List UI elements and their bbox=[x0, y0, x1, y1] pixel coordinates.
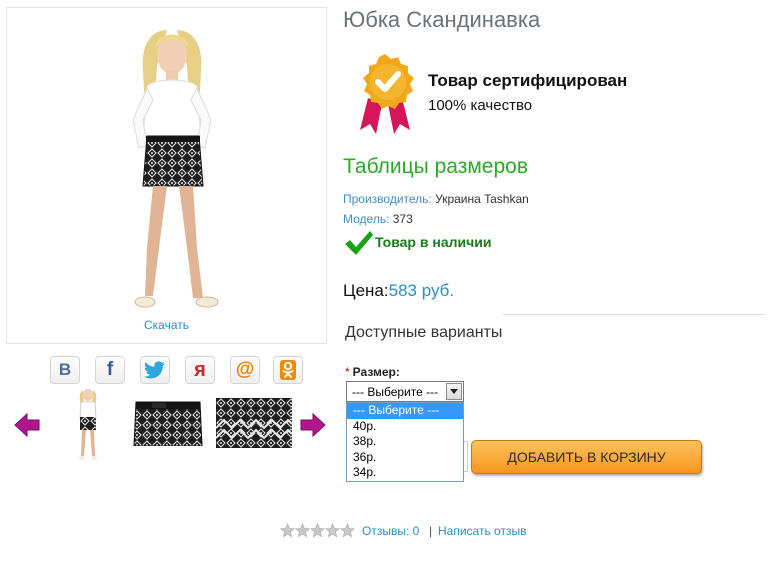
size-option-40[interactable]: 40р. bbox=[347, 419, 463, 435]
vkontakte-icon: B bbox=[58, 360, 72, 379]
size-option-38[interactable]: 38р. bbox=[347, 434, 463, 450]
odnoklassniki-icon bbox=[280, 360, 296, 380]
size-select[interactable]: --- Выберите --- bbox=[346, 381, 464, 402]
divider bbox=[503, 314, 764, 315]
arrow-right-icon bbox=[300, 412, 326, 438]
size-label: * Размер: bbox=[345, 365, 400, 379]
product-main-image[interactable] bbox=[6, 7, 327, 344]
carousel-prev-button[interactable] bbox=[14, 412, 40, 442]
thumbnail-1[interactable] bbox=[70, 386, 106, 466]
price-value: 583 руб. bbox=[388, 281, 455, 300]
size-label-text: Размер: bbox=[352, 365, 400, 379]
manufacturer-label[interactable]: Производитель: bbox=[343, 192, 432, 206]
size-select-value: --- Выберите --- bbox=[352, 385, 439, 399]
arrow-left-icon bbox=[14, 412, 40, 438]
price-row: Цена:583 руб. bbox=[343, 281, 454, 301]
checkmark-icon bbox=[345, 231, 373, 255]
thumbnail-pattern-image bbox=[215, 398, 293, 448]
thumbnail-girl-image bbox=[79, 389, 97, 460]
thumbnail-skirt-image bbox=[133, 401, 203, 447]
reviews-separator: | bbox=[429, 524, 433, 538]
star-icon bbox=[279, 523, 296, 538]
yaru-icon: я bbox=[194, 358, 206, 381]
required-mark: * bbox=[345, 365, 350, 379]
certified-badge-icon bbox=[360, 54, 414, 134]
certificate-badge bbox=[352, 52, 418, 141]
star-icon bbox=[324, 523, 341, 538]
in-stock-check bbox=[344, 230, 374, 261]
certificate-title: Товар сертифицирован bbox=[428, 71, 628, 90]
thumbnail-2[interactable] bbox=[132, 400, 204, 451]
size-table-link[interactable]: Таблицы размеров bbox=[343, 155, 528, 179]
carousel-next-button[interactable] bbox=[300, 412, 326, 442]
star-icon bbox=[294, 523, 311, 538]
rating-stars bbox=[279, 523, 356, 544]
thumbnail-3[interactable] bbox=[215, 398, 293, 453]
size-option-36[interactable]: 36р. bbox=[347, 450, 463, 466]
star-icon bbox=[339, 523, 356, 538]
size-option-placeholder[interactable]: --- Выберите --- bbox=[347, 403, 463, 419]
download-link[interactable]: Скачать bbox=[6, 318, 327, 332]
star-icon bbox=[309, 523, 326, 538]
certificate-subtitle: 100% качество bbox=[428, 97, 533, 114]
share-facebook-button[interactable]: f bbox=[95, 356, 125, 384]
manufacturer-row: Производитель: Украина Tashkan bbox=[343, 192, 529, 206]
share-mailru-button[interactable]: @ bbox=[230, 356, 260, 384]
variants-title: Доступные варианты bbox=[345, 324, 503, 341]
facebook-icon: f bbox=[106, 359, 114, 380]
twitter-icon bbox=[144, 361, 165, 379]
product-photo bbox=[132, 30, 219, 308]
size-dropdown-list: --- Выберите --- 40р. 38р. 36р. 34р. bbox=[346, 402, 464, 482]
share-odnoklassniki-button[interactable] bbox=[273, 356, 303, 384]
reviews-link[interactable]: Отзывы: 0 bbox=[362, 524, 419, 538]
stock-status: Товар в наличии bbox=[375, 234, 492, 250]
add-to-cart-button[interactable]: ДОБАВИТЬ В КОРЗИНУ bbox=[471, 440, 702, 474]
share-twitter-button[interactable] bbox=[140, 356, 170, 384]
share-vkontakte-button[interactable]: B bbox=[50, 356, 80, 384]
share-yaru-button[interactable]: я bbox=[185, 356, 215, 384]
manufacturer-value: Украина Tashkan bbox=[435, 192, 529, 206]
model-value: 373 bbox=[392, 212, 413, 226]
product-title: Юбка Скандинавка bbox=[343, 7, 541, 32]
size-option-34[interactable]: 34р. bbox=[347, 465, 463, 481]
price-label: Цена: bbox=[343, 281, 389, 300]
mailru-icon: @ bbox=[235, 359, 255, 380]
chevron-down-icon[interactable] bbox=[446, 383, 462, 400]
model-label: Модель: bbox=[343, 212, 390, 226]
write-review-link[interactable]: Написать отзыв bbox=[438, 524, 526, 538]
model-row: Модель: 373 bbox=[343, 212, 413, 226]
